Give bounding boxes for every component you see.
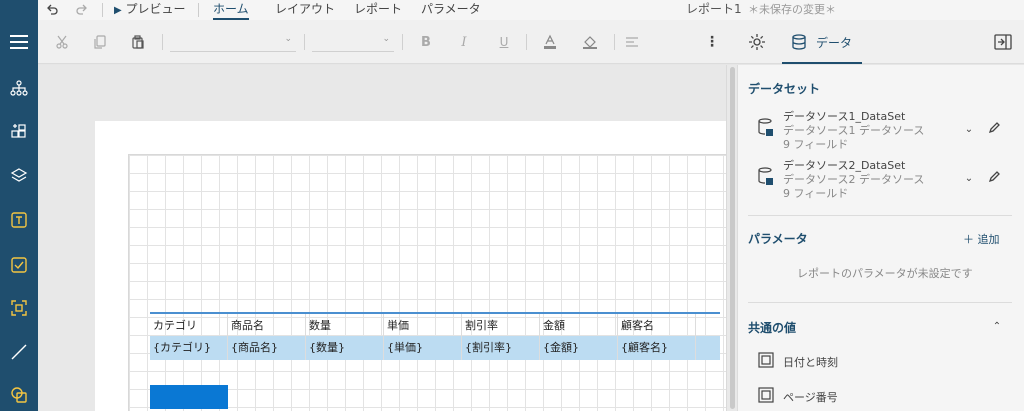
datetime-field-icon	[757, 351, 775, 369]
font-family-select[interactable]: ⌄	[170, 34, 296, 52]
table-detail-row[interactable]: {カテゴリ} {商品名} {数量} {単価} {割引率} {金額} {顧客名}	[150, 336, 720, 360]
toolbar-divider	[304, 34, 305, 50]
add-component-icon[interactable]	[0, 115, 38, 149]
data-tab[interactable]: データ	[782, 20, 862, 64]
report-table[interactable]: カテゴリ 商品名 数量 単価 割引率 金額 顧客名 {カテゴリ} {商品名} {…	[150, 312, 720, 409]
unsaved-status: ＊未保存の変更＊	[748, 3, 836, 16]
table-detail-cell[interactable]: {カテゴリ}	[150, 336, 228, 360]
chevron-down-icon: ⌄	[284, 34, 292, 44]
menu-divider	[198, 3, 199, 17]
chevron-up-icon[interactable]: ⌃	[991, 320, 1003, 332]
scrollbar-thumb[interactable]	[730, 67, 735, 409]
database-icon	[792, 34, 806, 50]
table-header-cell[interactable]: カテゴリ	[150, 314, 228, 338]
font-color-icon[interactable]	[540, 32, 560, 52]
add-parameter-button[interactable]: ＋ 追加	[963, 231, 1000, 247]
frame-tool-icon[interactable]	[0, 291, 38, 325]
redo-icon[interactable]	[76, 0, 88, 20]
common-item-datetime[interactable]: 日付と時刻	[783, 354, 838, 370]
selected-cell[interactable]	[150, 385, 228, 409]
more-options-icon[interactable]: ⋮	[702, 32, 722, 52]
table-header-cell[interactable]: 商品名	[228, 314, 306, 338]
shape-tool-icon[interactable]	[0, 378, 38, 411]
textbox-tool-icon[interactable]	[0, 203, 38, 237]
tab-parameters[interactable]: パラメータ	[421, 0, 481, 20]
table-detail-cell[interactable]: {単価}	[384, 336, 462, 360]
dataset-fields: 9 フィールド	[783, 187, 849, 200]
table-header-cell[interactable]: 割引率	[462, 314, 540, 338]
checkbox-tool-icon[interactable]	[0, 248, 38, 282]
table-empty-row[interactable]	[150, 360, 720, 384]
menu-bar: ▶ プレビュー ホーム レイアウト レポート パラメータ レポート1 ＊未保存の…	[38, 0, 1024, 20]
report-page[interactable]: カテゴリ 商品名 数量 単価 割引率 金額 顧客名 {カテゴリ} {商品名} {…	[95, 121, 726, 411]
dataset-icon	[757, 166, 775, 188]
report-canvas[interactable]: カテゴリ 商品名 数量 単価 割引率 金額 顧客名 {カテゴリ} {商品名} {…	[38, 65, 726, 411]
document-name: レポート1	[686, 2, 742, 16]
bold-icon[interactable]: B	[416, 32, 436, 52]
preview-button[interactable]: ▶ プレビュー	[114, 0, 186, 20]
plus-icon: ＋	[963, 233, 974, 246]
font-size-select[interactable]: ⌄	[312, 34, 394, 52]
table-header-row[interactable]: カテゴリ 商品名 数量 単価 割引率 金額 顧客名	[150, 312, 720, 338]
chevron-down-icon: ⌄	[382, 34, 390, 44]
menu-divider	[102, 3, 103, 17]
edit-pencil-icon[interactable]	[987, 170, 1001, 184]
line-tool-icon[interactable]	[0, 335, 38, 369]
toolbar-divider	[614, 34, 615, 50]
chevron-down-icon[interactable]: ⌄	[963, 123, 975, 135]
toolbar-divider	[402, 34, 403, 50]
undo-icon[interactable]	[46, 0, 58, 20]
paste-icon[interactable]	[128, 32, 148, 52]
toolbar: ⌄ ⌄ B I U ⋮ データ	[38, 20, 1024, 64]
layers-icon[interactable]	[0, 158, 38, 192]
toolbar-divider	[162, 34, 163, 50]
dataset-icon	[757, 117, 775, 139]
table-header-cell[interactable]: 数量	[306, 314, 384, 338]
table-header-cell[interactable]: 顧客名	[618, 314, 696, 338]
page-number-field-icon	[757, 386, 775, 404]
dataset-fields: 9 フィールド	[783, 138, 849, 151]
preview-label: プレビュー	[125, 2, 186, 16]
tab-layout[interactable]: レイアウト	[275, 0, 335, 20]
section-divider	[748, 302, 1012, 303]
toolbar-divider	[526, 34, 527, 50]
table-header-cell[interactable]: 単価	[384, 314, 462, 338]
common-values-title: 共通の値	[748, 321, 797, 335]
tab-home[interactable]: ホーム	[213, 0, 249, 20]
cut-icon[interactable]	[52, 32, 72, 52]
left-sidebar	[0, 0, 38, 411]
tab-report[interactable]: レポート	[354, 0, 402, 20]
datasets-title: データセット	[748, 82, 821, 96]
add-parameter-label: 追加	[977, 233, 1000, 246]
hamburger-menu-icon[interactable]	[0, 25, 38, 59]
copy-icon[interactable]	[90, 32, 110, 52]
collapse-panel-icon[interactable]	[992, 32, 1014, 52]
hierarchy-icon[interactable]	[0, 71, 38, 105]
edit-pencil-icon[interactable]	[987, 121, 1001, 135]
table-detail-cell[interactable]: {商品名}	[228, 336, 306, 360]
data-tab-label: データ	[816, 36, 853, 50]
underline-icon[interactable]: U	[494, 32, 514, 52]
chevron-down-icon[interactable]: ⌄	[963, 172, 975, 184]
gear-icon[interactable]	[746, 32, 768, 52]
panel-scrollbar[interactable]	[727, 65, 738, 411]
align-left-icon[interactable]	[622, 32, 642, 52]
table-detail-cell[interactable]: {顧客名}	[618, 336, 696, 360]
italic-icon[interactable]: I	[454, 32, 474, 52]
data-panel: データセット データソース1_DataSet データソース1 データソース 9 …	[726, 65, 1024, 411]
parameters-title: パラメータ	[748, 232, 808, 246]
table-detail-cell[interactable]: {数量}	[306, 336, 384, 360]
common-item-page-number[interactable]: ページ番号	[783, 389, 838, 405]
table-detail-cell[interactable]: {金額}	[540, 336, 618, 360]
table-detail-cell[interactable]: {割引率}	[462, 336, 540, 360]
parameters-empty-message: レポートのパラメータが未設定です	[797, 267, 973, 280]
play-icon: ▶	[114, 5, 122, 16]
fill-color-icon[interactable]	[580, 32, 600, 52]
table-header-cell[interactable]: 金額	[540, 314, 618, 338]
section-divider	[748, 215, 1012, 216]
